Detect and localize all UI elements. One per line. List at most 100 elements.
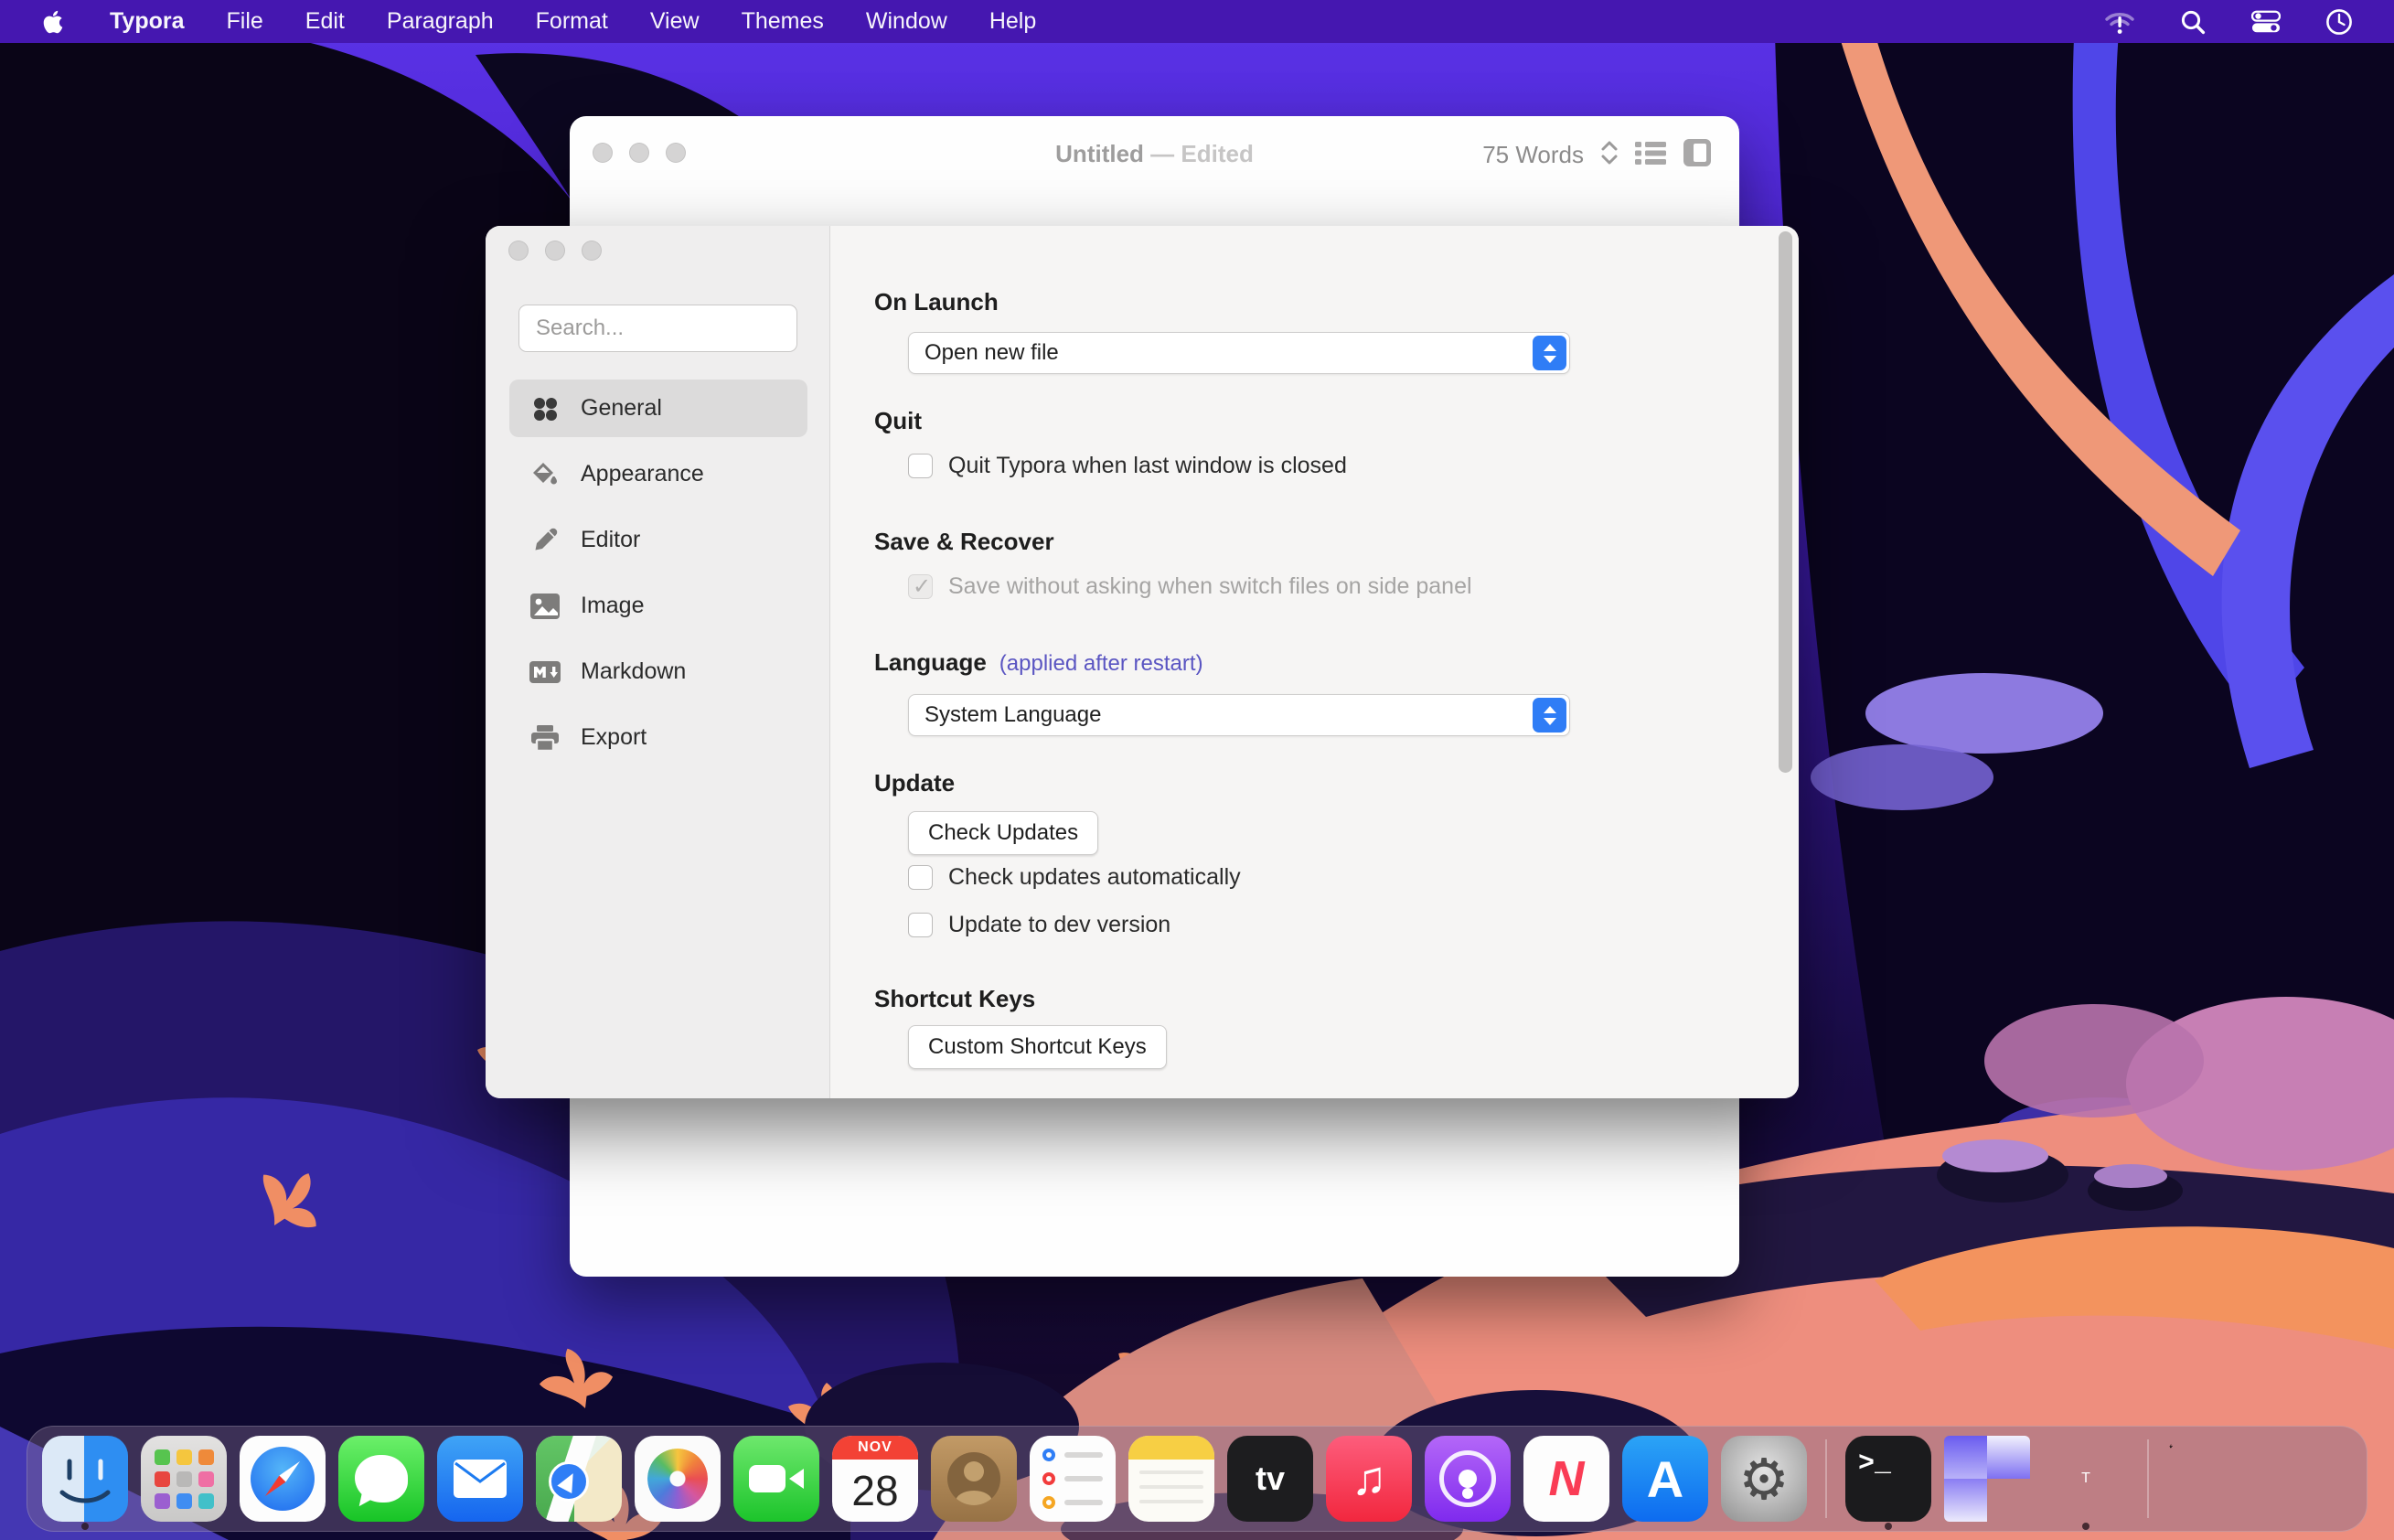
dock-icon-notes[interactable]: [1128, 1436, 1214, 1522]
language-note: (applied after restart): [999, 651, 1203, 676]
dock-separator: [2147, 1439, 2149, 1518]
sidebar-item-export[interactable]: Export: [509, 709, 807, 766]
dock-icon-trash[interactable]: [2266, 1436, 2352, 1522]
dev-version-checkbox[interactable]: [908, 913, 933, 937]
video-camera-icon: [749, 1465, 786, 1492]
preferences-nav: General Appearance Editor: [509, 380, 807, 775]
sidebar-item-label: Editor: [581, 527, 640, 553]
menu-themes[interactable]: Themes: [742, 8, 824, 35]
apple-menu-icon[interactable]: [38, 7, 68, 37]
app-store-logo: A: [1622, 1436, 1708, 1522]
quit-checkbox[interactable]: [908, 454, 933, 478]
word-count-chevrons-icon[interactable]: [1600, 139, 1619, 171]
sidebar-item-label: Appearance: [581, 461, 704, 487]
menu-window[interactable]: Window: [866, 8, 947, 35]
running-indicator: [2082, 1523, 2089, 1530]
section-update-title: Update: [874, 769, 955, 797]
auto-update-row[interactable]: Check updates automatically: [908, 864, 1241, 891]
sidebar-item-image[interactable]: Image: [509, 577, 807, 635]
person-silhouette-icon: [947, 1452, 1000, 1505]
menu-format[interactable]: Format: [536, 8, 608, 35]
dock-icon-launchpad[interactable]: [141, 1436, 227, 1522]
image-icon: [529, 591, 561, 622]
search-input[interactable]: [518, 305, 797, 352]
select-stepper-icon: [1533, 698, 1566, 733]
sidebar-item-markdown[interactable]: Markdown: [509, 643, 807, 700]
menu-edit[interactable]: Edit: [305, 8, 345, 35]
dock-icon-mail[interactable]: [437, 1436, 523, 1522]
document-edited-state: Edited: [1181, 140, 1253, 167]
safari-compass: [251, 1447, 315, 1511]
speech-bubble-icon: [355, 1455, 408, 1503]
spotlight-search-icon[interactable]: [2178, 7, 2207, 37]
calendar-month-label: NOV: [832, 1436, 918, 1460]
dock-icon-calendar[interactable]: NOV 28: [832, 1436, 918, 1522]
language-select[interactable]: System Language: [908, 694, 1570, 736]
custom-shortcut-keys-button[interactable]: Custom Shortcut Keys: [908, 1025, 1167, 1069]
menu-bar: Typora File Edit Paragraph Format View T…: [0, 0, 2394, 43]
on-launch-select[interactable]: Open new file: [908, 332, 1570, 374]
gear-icon: ⚙: [1721, 1436, 1807, 1522]
menu-view[interactable]: View: [650, 8, 700, 35]
paint-bucket-icon: [529, 459, 561, 490]
typora-logo: T: [2043, 1436, 2129, 1522]
printer-icon: [529, 722, 561, 754]
news-logo: N: [1523, 1436, 1609, 1522]
dock-icon-news[interactable]: N: [1523, 1436, 1609, 1522]
clock-icon[interactable]: [2325, 7, 2354, 37]
sidebar-item-appearance[interactable]: Appearance: [509, 445, 807, 503]
minimize-window-button[interactable]: [545, 241, 565, 261]
dock-icon-terminal[interactable]: >_: [1845, 1436, 1931, 1522]
sidebar-toggle-icon[interactable]: [1683, 138, 1712, 172]
dock-icon-tv[interactable]: tv: [1227, 1436, 1313, 1522]
dock-icon-podcasts[interactable]: [1425, 1436, 1511, 1522]
quit-checkbox-row[interactable]: Quit Typora when last window is closed: [908, 453, 1347, 479]
sidebar-item-general[interactable]: General: [509, 380, 807, 437]
dock-icon-downloads[interactable]: ↓: [2167, 1436, 2253, 1522]
menu-help[interactable]: Help: [989, 8, 1036, 35]
dock-icon-app-store[interactable]: A: [1622, 1436, 1708, 1522]
dock: NOV 28 tv ♫ N A: [27, 1426, 2367, 1532]
close-window-button[interactable]: [508, 241, 529, 261]
dock-icon-photos[interactable]: [635, 1436, 721, 1522]
dev-version-row[interactable]: Update to dev version: [908, 912, 1170, 938]
menu-file[interactable]: File: [227, 8, 263, 35]
menu-paragraph[interactable]: Paragraph: [387, 8, 494, 35]
navigation-arrow-icon: [549, 1461, 589, 1502]
section-language-title: Language(applied after restart): [874, 648, 1203, 677]
word-count[interactable]: 75 Words: [1482, 141, 1584, 169]
dock-icon-messages[interactable]: [338, 1436, 424, 1522]
check-updates-button[interactable]: Check Updates: [908, 811, 1098, 855]
document-titlebar[interactable]: Untitled — Edited 75 Words: [570, 116, 1739, 189]
markdown-icon: [529, 657, 561, 688]
preferences-window: General Appearance Editor: [486, 226, 1799, 1098]
terminal-prompt-icon: >_: [1845, 1436, 1931, 1522]
menu-app-name[interactable]: Typora: [110, 8, 185, 35]
save-without-asking-checkbox: [908, 574, 933, 599]
dock-icon-music[interactable]: ♫: [1326, 1436, 1412, 1522]
sidebar-item-editor[interactable]: Editor: [509, 511, 807, 569]
zoom-window-button[interactable]: [582, 241, 602, 261]
dock-icon-screenshot-preview[interactable]: [1944, 1436, 2030, 1522]
dock-icon-reminders[interactable]: [1030, 1436, 1116, 1522]
sidebar-item-label: Markdown: [581, 658, 686, 685]
dock-icon-finder[interactable]: [42, 1436, 128, 1522]
envelope-icon: [454, 1460, 507, 1498]
dock-icon-contacts[interactable]: [931, 1436, 1017, 1522]
scrollbar[interactable]: [1779, 231, 1792, 773]
tv-logo: tv: [1227, 1436, 1313, 1522]
control-center-icon[interactable]: [2251, 7, 2281, 37]
dock-icon-maps[interactable]: [536, 1436, 622, 1522]
podcasts-rings-icon: [1439, 1450, 1496, 1507]
outline-list-icon[interactable]: [1635, 139, 1666, 171]
finder-face: [42, 1436, 128, 1522]
downloads-folder-icon: ↓: [2167, 1436, 2175, 1451]
auto-update-checkbox[interactable]: [908, 865, 933, 890]
dock-icon-system-settings[interactable]: ⚙: [1721, 1436, 1807, 1522]
wifi-alert-icon[interactable]: [2105, 7, 2134, 37]
dock-icon-typora[interactable]: T: [2043, 1436, 2129, 1522]
dock-icon-facetime[interactable]: [733, 1436, 819, 1522]
pencil-icon: [529, 525, 561, 556]
section-shortcut-keys-title: Shortcut Keys: [874, 985, 1035, 1013]
dock-icon-safari[interactable]: [240, 1436, 326, 1522]
